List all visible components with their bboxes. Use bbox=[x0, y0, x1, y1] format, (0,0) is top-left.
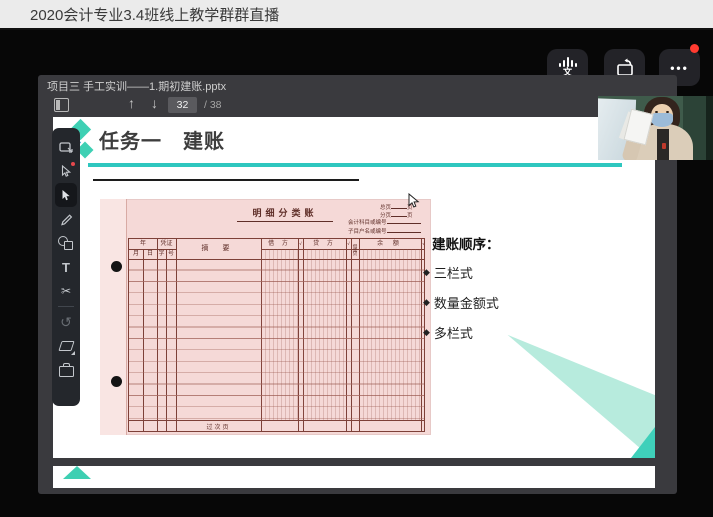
ppt-filename: 项目三 手工实训——1.期初建账.pptx bbox=[47, 78, 226, 94]
ledger-title: 明细分类账 bbox=[237, 206, 333, 222]
pen-icon bbox=[60, 213, 73, 226]
lapel-badge bbox=[662, 143, 666, 149]
waveform-icon bbox=[559, 57, 577, 67]
ledger-binding-margin bbox=[100, 199, 127, 435]
page-total-label: / 38 bbox=[204, 99, 222, 111]
binding-hole bbox=[111, 376, 122, 387]
capture-icon bbox=[59, 141, 73, 154]
undo-icon: ↺ bbox=[60, 314, 72, 331]
teacher-webcam[interactable] bbox=[598, 96, 713, 160]
more-icon: ••• bbox=[670, 61, 689, 75]
ledger-digit-ticks bbox=[303, 249, 346, 420]
mouse-cursor-icon bbox=[408, 193, 420, 209]
ledger-table: 年 凭证 摘 要 借 方 √ 贷 方 √ 借或贷 余 额 √ 月 日 字 号 过… bbox=[128, 238, 425, 432]
ledger-digit-ticks bbox=[261, 249, 298, 420]
diamond-bullet-icon: ◆ bbox=[423, 297, 430, 308]
title-rule bbox=[93, 179, 359, 181]
col-voucher: 凭证 bbox=[157, 239, 176, 249]
pen-tool-button[interactable] bbox=[55, 207, 77, 231]
ledger-digit-ticks bbox=[359, 249, 421, 420]
app-window: 2020会计专业3.4班线上教学群群直播 文 ••• 项目三 手工实训——1.期… bbox=[0, 0, 713, 517]
col-debit: 借 方 bbox=[261, 239, 298, 249]
col-hao: 号 bbox=[166, 249, 176, 259]
slide-title: 任务一 建账 bbox=[99, 125, 225, 154]
toolbox-button[interactable] bbox=[55, 358, 77, 382]
select-cursor-icon bbox=[61, 189, 71, 202]
notification-dot bbox=[690, 44, 699, 53]
eraser-tool-button[interactable] bbox=[55, 334, 77, 358]
annotation-toolbar: T ✂ ↺ bbox=[52, 128, 80, 406]
col-balance: 余 额 bbox=[359, 239, 421, 249]
slide-canvas: 任务一 建账 明细分类账 总页页 分页页 会计科目或编号 子目户名或编号 bbox=[53, 117, 655, 458]
eraser-icon bbox=[58, 341, 74, 351]
order-item: ◆ 数量金额式 bbox=[423, 293, 500, 312]
shapes-tool-button[interactable] bbox=[55, 231, 77, 255]
binding-hole bbox=[111, 261, 122, 272]
toolbar-divider bbox=[58, 306, 74, 307]
ppt-viewer-window: 项目三 手工实训——1.期初建账.pptx ↑ ↓ 32 / 38 任务一 建账 bbox=[38, 75, 677, 494]
sidebar-toggle-icon[interactable] bbox=[54, 98, 69, 112]
window-titlebar: 2020会计专业3.4班线上教学群群直播 bbox=[0, 0, 713, 30]
capture-tool-button[interactable] bbox=[55, 135, 77, 159]
select-tool-button[interactable] bbox=[55, 183, 77, 207]
col-day: 日 bbox=[143, 249, 157, 259]
text-tool-button[interactable]: T bbox=[55, 255, 77, 279]
col-month: 月 bbox=[129, 249, 143, 259]
diamond-bullet-icon: ◆ bbox=[423, 327, 430, 338]
diamond-bullet-icon: ◆ bbox=[423, 267, 430, 278]
page-up-button[interactable]: ↑ bbox=[128, 95, 135, 111]
undo-button[interactable]: ↺ bbox=[55, 310, 77, 334]
next-slide-preview[interactable] bbox=[53, 466, 655, 488]
laser-pointer-button[interactable] bbox=[55, 159, 77, 183]
laser-pointer-icon bbox=[61, 165, 71, 178]
col-summary: 摘 要 bbox=[176, 239, 261, 259]
ledger-footer: 过次页 bbox=[176, 422, 261, 431]
viewer-toolbar: ↑ ↓ 32 / 38 bbox=[38, 93, 677, 118]
order-item: ◆ 多栏式 bbox=[423, 323, 500, 342]
col-zi: 字 bbox=[157, 249, 166, 259]
decoration-mint-band bbox=[493, 327, 655, 458]
order-item: ◆ 三栏式 bbox=[423, 263, 500, 282]
col-credit: 贷 方 bbox=[303, 239, 346, 249]
scissors-icon: ✂ bbox=[61, 284, 71, 298]
cut-tool-button[interactable]: ✂ bbox=[55, 279, 77, 303]
laser-red-dot bbox=[71, 162, 75, 166]
title-underline bbox=[88, 163, 622, 167]
page-number-input[interactable]: 32 bbox=[168, 97, 197, 113]
col-debit-or-credit: 借或贷 bbox=[351, 239, 359, 259]
ledger-account-fields: 会计科目或编号 子目户名或编号 bbox=[348, 219, 421, 236]
order-heading: 建账顺序： bbox=[432, 233, 500, 253]
dropdown-corner-icon bbox=[71, 351, 75, 355]
col-year: 年 bbox=[129, 239, 157, 249]
window-title: 2020会计专业3.4班线上教学群群直播 bbox=[30, 4, 279, 25]
text-icon: T bbox=[62, 260, 70, 275]
toolbox-icon bbox=[59, 366, 74, 377]
face-mask bbox=[651, 113, 673, 127]
ledger-form: 明细分类账 总页页 分页页 会计科目或编号 子目户名或编号 年 凭证 摘 要 bbox=[100, 199, 431, 435]
next-slide-diamond-tip bbox=[63, 466, 91, 479]
order-list: 建账顺序： ◆ 三栏式 ◆ 数量金额式 ◆ 多栏式 bbox=[423, 233, 500, 353]
page-down-button[interactable]: ↓ bbox=[151, 95, 158, 111]
